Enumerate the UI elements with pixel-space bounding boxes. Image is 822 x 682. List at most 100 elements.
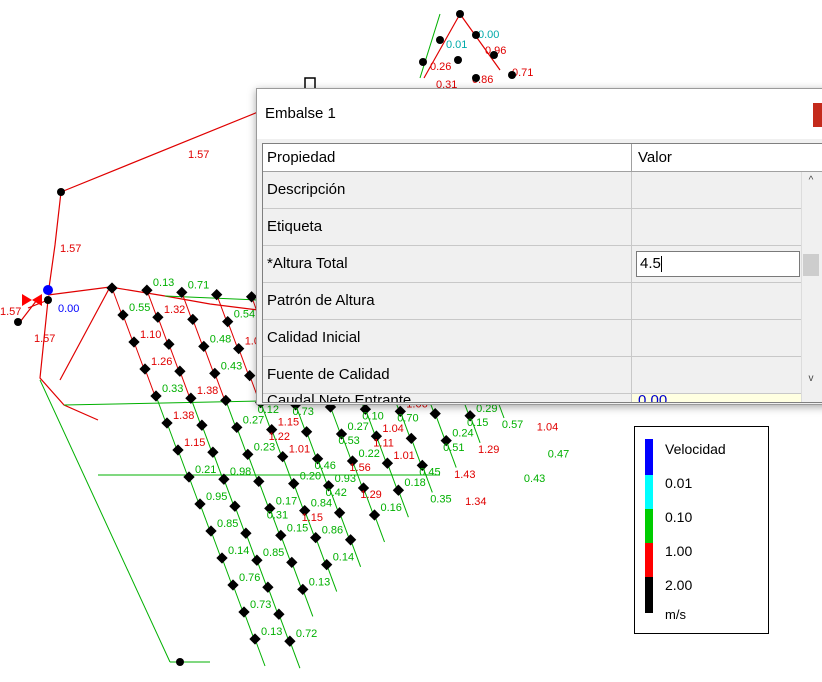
property-value[interactable] (632, 357, 801, 393)
junction-node[interactable] (419, 58, 427, 66)
junction-node[interactable] (300, 426, 313, 438)
junction-node[interactable] (161, 417, 173, 429)
junction-node[interactable] (205, 525, 217, 537)
junction-node[interactable] (286, 556, 298, 569)
junction-node[interactable] (172, 444, 184, 456)
pipe-velocity-label: 0.15 (467, 417, 488, 429)
junction-node[interactable] (273, 608, 285, 620)
junction-node[interactable] (207, 446, 219, 458)
junction-node[interactable] (216, 552, 228, 564)
property-value[interactable] (632, 283, 801, 319)
pipe-velocity-label: 0.43 (524, 473, 545, 485)
property-row[interactable]: Etiqueta (263, 209, 801, 246)
pipe-velocity-label: 1.57 (188, 149, 209, 161)
pipe-velocity-label: 0.51 (443, 442, 464, 454)
property-value[interactable]: 0.00 (632, 394, 801, 402)
junction-node[interactable] (117, 309, 129, 321)
property-value[interactable] (632, 209, 801, 245)
junction-node[interactable] (198, 340, 210, 353)
junction-node[interactable] (222, 315, 234, 328)
junction-node[interactable] (405, 432, 417, 445)
column-header-property[interactable]: Propiedad (263, 144, 632, 172)
junction-node[interactable] (163, 338, 175, 350)
property-row[interactable]: Fuente de Calidad (263, 357, 801, 394)
junction-node[interactable] (392, 484, 405, 496)
junction-node[interactable] (227, 579, 239, 591)
junction-node[interactable] (150, 390, 162, 402)
scroll-thumb[interactable] (803, 254, 819, 276)
junction-node[interactable] (275, 529, 287, 542)
junction-node[interactable] (472, 31, 480, 39)
junction-node[interactable] (429, 407, 441, 420)
junction-node[interactable] (454, 56, 462, 64)
junction-node[interactable] (456, 10, 464, 18)
junction-node[interactable] (472, 74, 480, 82)
junction-node[interactable] (152, 311, 164, 323)
junction-node[interactable] (240, 527, 252, 539)
junction-node[interactable] (14, 318, 22, 326)
junction-node[interactable] (344, 534, 357, 546)
property-row[interactable]: Calidad Inicial (263, 320, 801, 357)
junction-node[interactable] (490, 51, 498, 59)
junction-node[interactable] (381, 457, 394, 469)
close-button[interactable]: x (813, 103, 822, 127)
junction-node[interactable] (176, 658, 184, 666)
junction-node[interactable] (249, 633, 261, 645)
pipe-velocity-label: 0.98 (230, 466, 251, 478)
junction-node[interactable] (209, 367, 221, 380)
junction-node[interactable] (238, 606, 250, 618)
property-value[interactable] (632, 172, 801, 208)
junction-node[interactable] (106, 282, 118, 294)
property-value[interactable] (632, 320, 801, 356)
junction-node[interactable] (220, 394, 232, 407)
junction-node[interactable] (57, 188, 65, 196)
column-header-value[interactable]: Valor (632, 144, 822, 172)
dialog-titlebar[interactable]: Embalse 1 x (257, 89, 822, 139)
junction-node[interactable] (233, 342, 245, 355)
junction-node[interactable] (508, 71, 516, 79)
junction-node[interactable] (297, 583, 309, 596)
junction-node[interactable] (196, 419, 208, 431)
scroll-up-arrow[interactable]: ^ (802, 172, 820, 190)
junction-node[interactable] (231, 421, 243, 434)
pipe-velocity-label: 1.43 (454, 469, 475, 481)
property-row[interactable]: Caudal Neto Entrante 0.00 (263, 394, 801, 402)
reservoir-node[interactable] (43, 285, 53, 295)
junction-node[interactable] (244, 369, 256, 382)
junction-node[interactable] (368, 509, 381, 521)
pipe-velocity-label: 0.53 (338, 435, 359, 447)
pipe-velocity-label: 0.24 (452, 428, 473, 440)
junction-node[interactable] (310, 531, 322, 544)
junction-node[interactable] (436, 36, 444, 44)
junction-node[interactable] (183, 471, 195, 483)
junction-node[interactable] (128, 336, 140, 348)
pipe-velocity-label: 1.15 (278, 417, 299, 429)
junction-node[interactable] (277, 450, 289, 463)
property-grid[interactable]: Propiedad Valor Descripción Etiqueta *Al… (262, 143, 822, 403)
junction-node[interactable] (187, 313, 199, 326)
junction-node[interactable] (242, 448, 254, 461)
pipe-velocity-label: 0.57 (502, 419, 523, 431)
junction-node[interactable] (262, 581, 274, 593)
junction-node[interactable] (321, 558, 333, 571)
vertical-scrollbar[interactable]: ^ v (801, 172, 820, 402)
pipe-velocity-label: 0.72 (296, 628, 317, 640)
property-row[interactable]: *Altura Total 4.5 (263, 246, 801, 283)
junction-node[interactable] (333, 507, 346, 519)
junction-node[interactable] (44, 296, 52, 304)
property-dialog[interactable]: Embalse 1 x Propiedad Valor Descripción … (256, 88, 822, 405)
junction-node[interactable] (174, 365, 186, 377)
junction-node[interactable] (253, 475, 265, 488)
scroll-down-arrow[interactable]: v (802, 370, 820, 388)
property-row[interactable]: Descripción (263, 172, 801, 209)
junction-node[interactable] (288, 477, 300, 490)
junction-node[interactable] (139, 363, 151, 375)
altura-total-input[interactable]: 4.5 (636, 251, 800, 277)
junction-node[interactable] (284, 635, 296, 647)
junction-node[interactable] (194, 498, 206, 510)
pipe-velocity-label: 0.27 (348, 421, 369, 433)
junction-node[interactable] (229, 500, 241, 512)
property-row[interactable]: Patrón de Altura (263, 283, 801, 320)
junction-node[interactable] (251, 554, 263, 566)
velocity-legend[interactable]: Velocidad 0.01 0.10 1.00 2.00 m/s (634, 426, 769, 634)
